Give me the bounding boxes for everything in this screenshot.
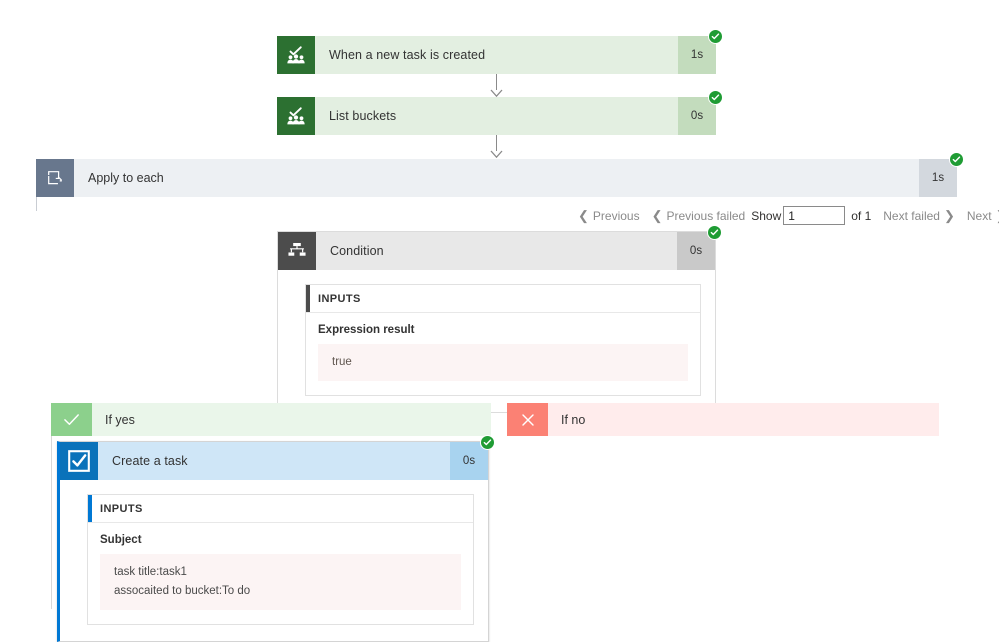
status-success-icon [708, 29, 723, 44]
inputs-panel-header: INPUTS [306, 285, 700, 313]
action-card-title: Create a task [112, 454, 188, 468]
chevron-down-icon [490, 150, 502, 159]
connector-arrow [489, 135, 503, 159]
action-card-list-buckets[interactable]: List buckets 0s [277, 90, 723, 135]
scope-apply-to-each[interactable]: Apply to each 1s [36, 152, 964, 211]
chevron-left-icon: ❮ [578, 208, 589, 223]
pager-next-label: Next [966, 208, 992, 223]
status-success-icon [708, 90, 723, 105]
pager-previous-label: Previous [592, 208, 640, 223]
action-card-header[interactable]: Create a task 0s [60, 435, 495, 480]
scope-header[interactable]: Apply to each 1s [36, 152, 964, 197]
chevron-right-icon: ❯ [943, 208, 955, 223]
field-value-expression-result: true [318, 344, 688, 381]
branch-header[interactable]: If no [507, 403, 939, 436]
subject-line-1: task title:task1 [114, 566, 187, 578]
status-success-icon [480, 435, 495, 450]
action-card-header[interactable]: When a new task is created 1s [277, 29, 723, 74]
inputs-panel: INPUTS Expression result true [305, 284, 701, 396]
pager-of-label: of 1 [851, 208, 872, 223]
field-label-subject: Subject [100, 534, 142, 546]
branch-label: If yes [105, 412, 135, 427]
subject-line-2: assocaited to bucket:To do [114, 584, 251, 597]
branch-label: If no [561, 412, 586, 427]
planner-icon [277, 97, 315, 135]
action-card-title: List buckets [329, 109, 397, 123]
action-card-condition[interactable]: Condition 0s INPUTS Expression result tr… [277, 225, 722, 413]
pager-previous-button[interactable]: ❮ Previous [572, 209, 646, 223]
checkbox-icon [60, 442, 98, 480]
scope-pager[interactable]: ❮ Previous ❮ Previous failed Show of 1 N… [572, 206, 999, 225]
cross-icon [507, 403, 548, 436]
inputs-panel: INPUTS Subject task title:task1 assocait… [87, 494, 474, 625]
field-value-subject: task title:task1 assocaited to bucket:To… [100, 554, 461, 610]
condition-icon [278, 232, 316, 270]
action-card-header[interactable]: List buckets 0s [277, 90, 723, 135]
action-card-create-a-task[interactable]: Create a task 0s INPUTS Subject task tit… [57, 435, 495, 642]
pager-show-label: Show [751, 208, 782, 223]
pager-next-button[interactable]: Next ❯ [961, 209, 999, 223]
inputs-panel-body: Expression result true [306, 313, 700, 395]
check-icon [51, 403, 92, 436]
loop-icon [36, 159, 74, 197]
chevron-right-icon: ❯ [996, 209, 999, 222]
planner-icon [277, 36, 315, 74]
inputs-panel-header: INPUTS [88, 495, 473, 523]
field-label-expression-result: Expression result [318, 324, 415, 336]
branch-header[interactable]: If yes [51, 403, 491, 436]
pager-previous-failed-button[interactable]: ❮ Previous failed [646, 209, 752, 223]
expression-result-value: true [332, 356, 352, 368]
chevron-left-icon: ❮ [651, 208, 663, 223]
pager-next-failed-button[interactable]: Next failed ❯ [877, 209, 961, 223]
status-success-icon [949, 152, 964, 167]
pager-page-input[interactable] [783, 206, 846, 225]
pager-next-failed-label: Next failed [883, 208, 940, 223]
action-card-title: Condition [330, 244, 384, 258]
scope-title: Apply to each [88, 171, 164, 185]
status-success-icon [707, 225, 722, 240]
action-card-title: When a new task is created [329, 48, 486, 62]
connector-arrow [489, 74, 503, 98]
action-card-header[interactable]: Condition 0s [278, 225, 722, 270]
branch-if-no[interactable]: If no [507, 403, 939, 436]
pager-previous-failed-label: Previous failed [666, 208, 746, 223]
action-card-trigger[interactable]: When a new task is created 1s [277, 29, 723, 74]
